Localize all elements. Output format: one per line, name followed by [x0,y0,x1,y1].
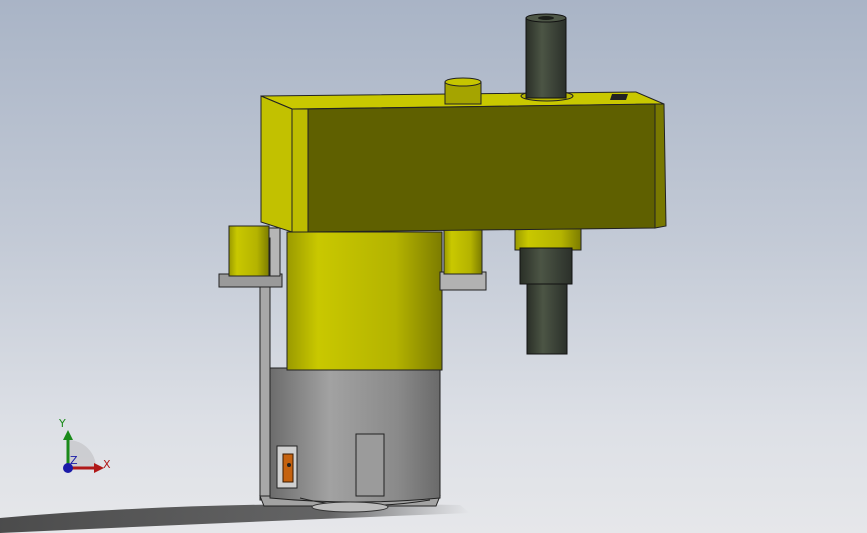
ground-shadow [0,503,470,533]
motor-can[interactable] [269,367,441,513]
motor-terminal[interactable] [276,445,298,489]
upper-shaft[interactable] [520,13,574,102]
z-axis-label: Z [70,454,78,467]
axis-triad: Y X Z [58,417,111,473]
gearbox-housing[interactable] [260,91,667,233]
y-axis-label: Y [58,417,66,430]
top-boss [444,77,482,105]
gear-cylinder[interactable] [286,231,443,371]
rear-boss [439,229,487,291]
side-boss [228,225,270,277]
3d-viewport[interactable]: Y X Z [0,0,867,533]
gearmotor-model[interactable]: Y X Z [0,0,867,533]
y-axis-arrow-icon [63,430,73,440]
x-axis-label: X [103,458,111,471]
lower-shaft[interactable] [514,227,582,355]
